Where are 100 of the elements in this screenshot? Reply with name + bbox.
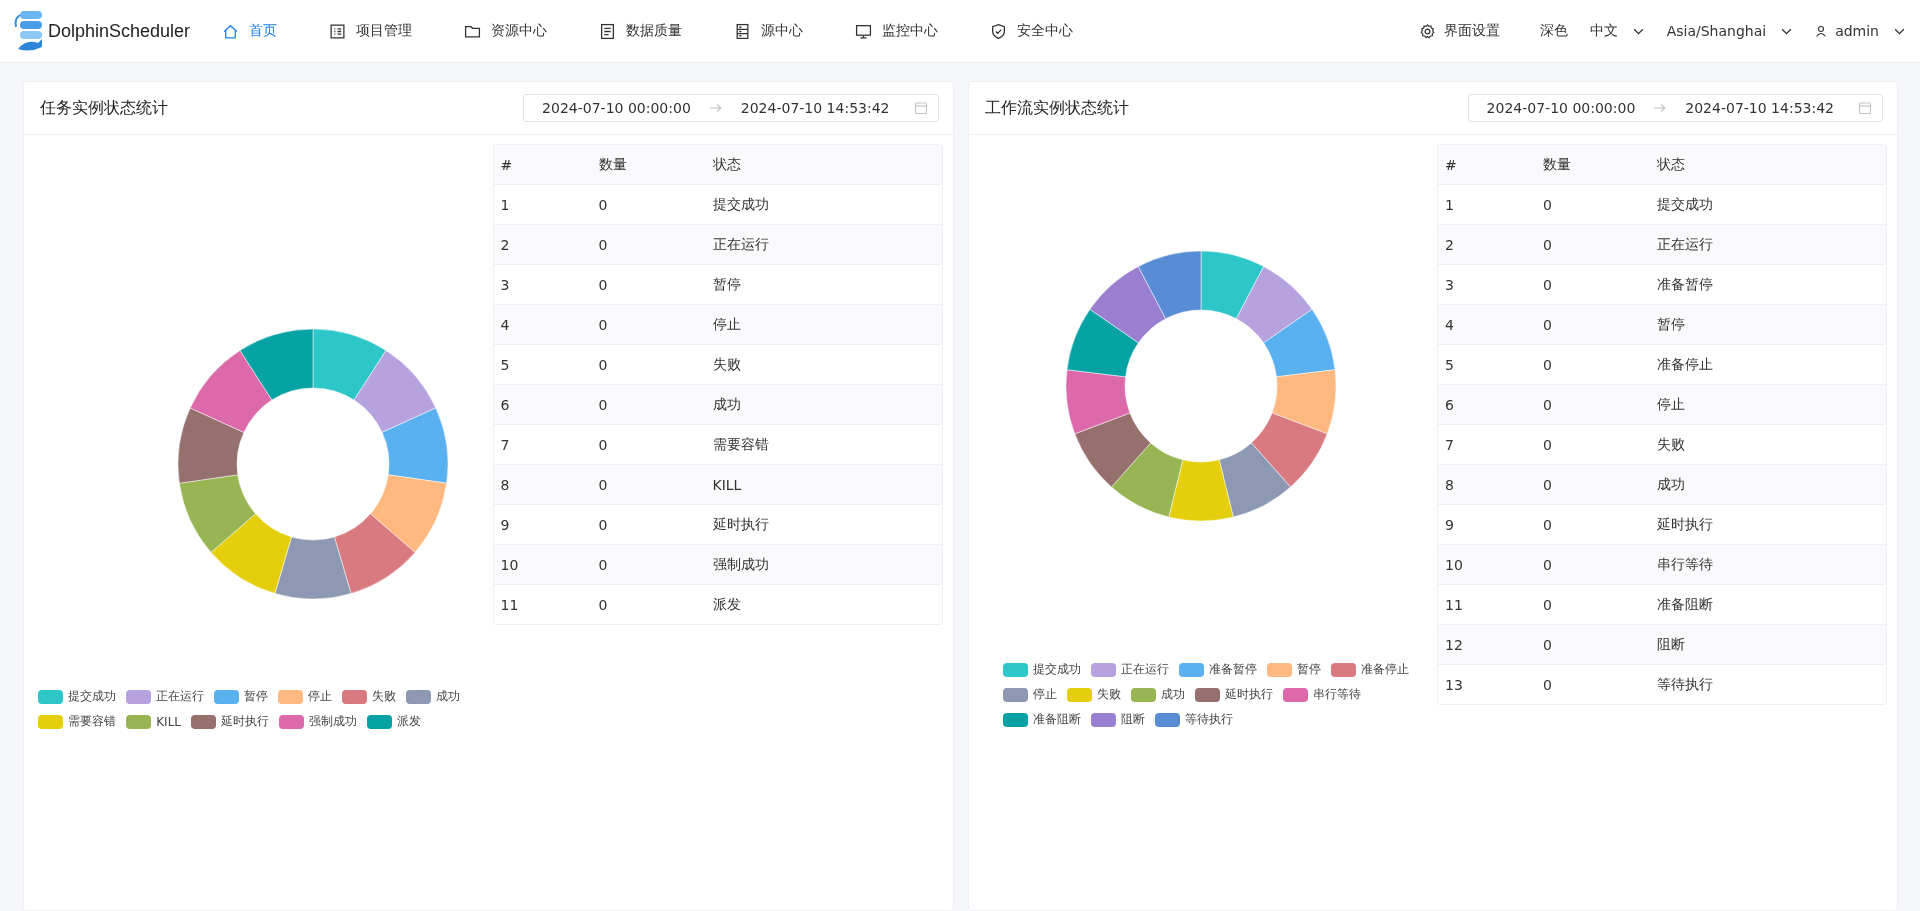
table-cell-text: 等待执行	[1656, 675, 1714, 694]
legend-label: 成功	[436, 688, 461, 705]
table-cell-text: 4	[499, 316, 511, 333]
table-cell-text: 1	[1444, 196, 1455, 213]
table-cell-text: 7	[1444, 436, 1455, 453]
legend-label: 失败	[372, 688, 397, 705]
document-icon	[599, 22, 616, 40]
settings-icon	[1418, 22, 1436, 40]
table-cell-text: 0	[1542, 516, 1553, 533]
donut-slice	[1168, 459, 1234, 522]
table-cell-text: 失败	[1656, 435, 1686, 454]
table-cell-text: 0	[1542, 436, 1553, 453]
app-name: DolphinScheduler	[48, 20, 191, 42]
nav-tab[interactable]: 项目管理	[329, 22, 412, 40]
nav-tab[interactable]: 资源中心	[464, 22, 547, 40]
column-header: 数量	[597, 155, 628, 174]
table-cell-text: 0	[1542, 476, 1553, 493]
calendar-icon	[1858, 101, 1872, 115]
calendar-icon	[913, 101, 928, 115]
table-cell-text: 串行等待	[1656, 555, 1714, 574]
table-cell-text: 3	[1444, 276, 1455, 293]
legend-label: 强制成功	[309, 713, 358, 730]
theme-toggle[interactable]: 深色	[1539, 22, 1568, 40]
table-cell-text: 0	[597, 276, 609, 293]
column-header: 数量	[1542, 155, 1572, 174]
table-cell-text: 0	[1542, 596, 1553, 613]
table-cell-text: 10	[499, 556, 520, 573]
table-cell-text: 准备停止	[1656, 355, 1714, 374]
column-header: #	[1444, 156, 1458, 173]
table-cell-text: 0	[1542, 236, 1553, 253]
table-cell-text: 1	[499, 196, 511, 213]
table-cell-text: KILL	[711, 476, 743, 493]
arrow-right-icon	[708, 103, 723, 113]
table-cell-text: 阻断	[1656, 635, 1686, 654]
table-cell-text: 正在运行	[1656, 235, 1714, 254]
table-cell-text: 0	[597, 596, 609, 613]
table-cell-text: 准备暂停	[1656, 275, 1714, 294]
legend-label: 延时执行	[221, 713, 270, 730]
table-cell-text: 正在运行	[711, 235, 770, 254]
donut-slice	[1137, 250, 1201, 319]
table-cell-text: 0	[597, 396, 609, 413]
nav-tab[interactable]: 监控中心	[855, 22, 938, 40]
table-cell-text: 11	[1444, 596, 1464, 613]
table-cell-text: 2	[1444, 236, 1455, 253]
arrow-right-icon	[1653, 103, 1668, 113]
card-title: 工作流实例状态统计	[984, 97, 1129, 119]
table-cell-text: 9	[1444, 516, 1455, 533]
donut-slice	[1200, 250, 1264, 319]
table-cell-text: 0	[597, 476, 609, 493]
user-icon	[1815, 25, 1828, 37]
ui-settings-button[interactable]: 界面设置	[1418, 22, 1500, 40]
legend-label: KILL	[156, 714, 182, 729]
timezone-dropdown[interactable]: Asia/Shanghai	[1666, 23, 1794, 39]
nav-tab[interactable]: 数据质量	[599, 22, 682, 40]
column-header: #	[499, 156, 514, 173]
table-cell-text: 强制成功	[711, 555, 770, 574]
language-dropdown[interactable]: 中文	[1589, 22, 1645, 40]
table-cell-text: 0	[1542, 276, 1553, 293]
table-cell-text: 8	[1444, 476, 1455, 493]
table-cell-text: 0	[597, 556, 609, 573]
table-cell-text: 4	[1444, 316, 1455, 333]
legend-label: 需要容错	[68, 713, 117, 730]
table-cell-text: 延时执行	[711, 515, 770, 534]
legend-label: 正在运行	[156, 688, 205, 705]
table-cell-text: 0	[597, 436, 609, 453]
table-cell-text: 成功	[711, 395, 742, 414]
table-cell-text: 0	[1542, 556, 1553, 573]
nav-tab[interactable]: 安全中心	[990, 22, 1073, 40]
card-title: 任务实例状态统计	[40, 97, 168, 119]
column-header: 状态	[1656, 155, 1686, 174]
table-cell-text: 11	[499, 596, 520, 613]
legend-label: 准备暂停	[1208, 661, 1257, 678]
table-cell-text: 提交成功	[711, 195, 770, 214]
table-cell-text: 2	[499, 236, 511, 253]
nav-tab[interactable]: 首页	[222, 22, 277, 40]
table-cell-text: 成功	[1656, 475, 1686, 494]
nav-tab[interactable]: 源中心	[734, 22, 803, 40]
shield-icon	[990, 22, 1007, 40]
table-cell-text: 需要容错	[711, 435, 770, 454]
table-cell-text: 7	[499, 436, 511, 453]
table-cell-text: 6	[1444, 396, 1455, 413]
table-cell-text: 暂停	[1656, 315, 1686, 334]
table-cell-text: 5	[499, 356, 511, 373]
table-cell-text: 0	[597, 356, 609, 373]
table-cell-text: 0	[1542, 636, 1553, 653]
legend-label: 派发	[397, 713, 422, 730]
table-cell-text: 0	[1542, 676, 1553, 693]
table-cell-text: 9	[499, 516, 511, 533]
date-range-picker[interactable]: 2024-07-10 00:00:00 2024-07-10 14:53:42	[1467, 94, 1883, 122]
table-cell-text: 0	[597, 236, 609, 253]
table-cell-text: 暂停	[711, 275, 742, 294]
legend-label: 等待执行	[1184, 711, 1233, 728]
table-cell-text: 0	[1542, 396, 1553, 413]
user-menu[interactable]: admin	[1815, 23, 1906, 39]
donut-slice	[1065, 369, 1130, 435]
legend-label: 准备停止	[1360, 661, 1409, 678]
date-range-picker[interactable]: 2024-07-10 00:00:00 2024-07-10 14:53:42	[523, 94, 939, 122]
table-cell-text: 0	[1542, 196, 1553, 213]
legend-label: 串行等待	[1312, 686, 1361, 703]
table-cell-text: 0	[1542, 316, 1553, 333]
